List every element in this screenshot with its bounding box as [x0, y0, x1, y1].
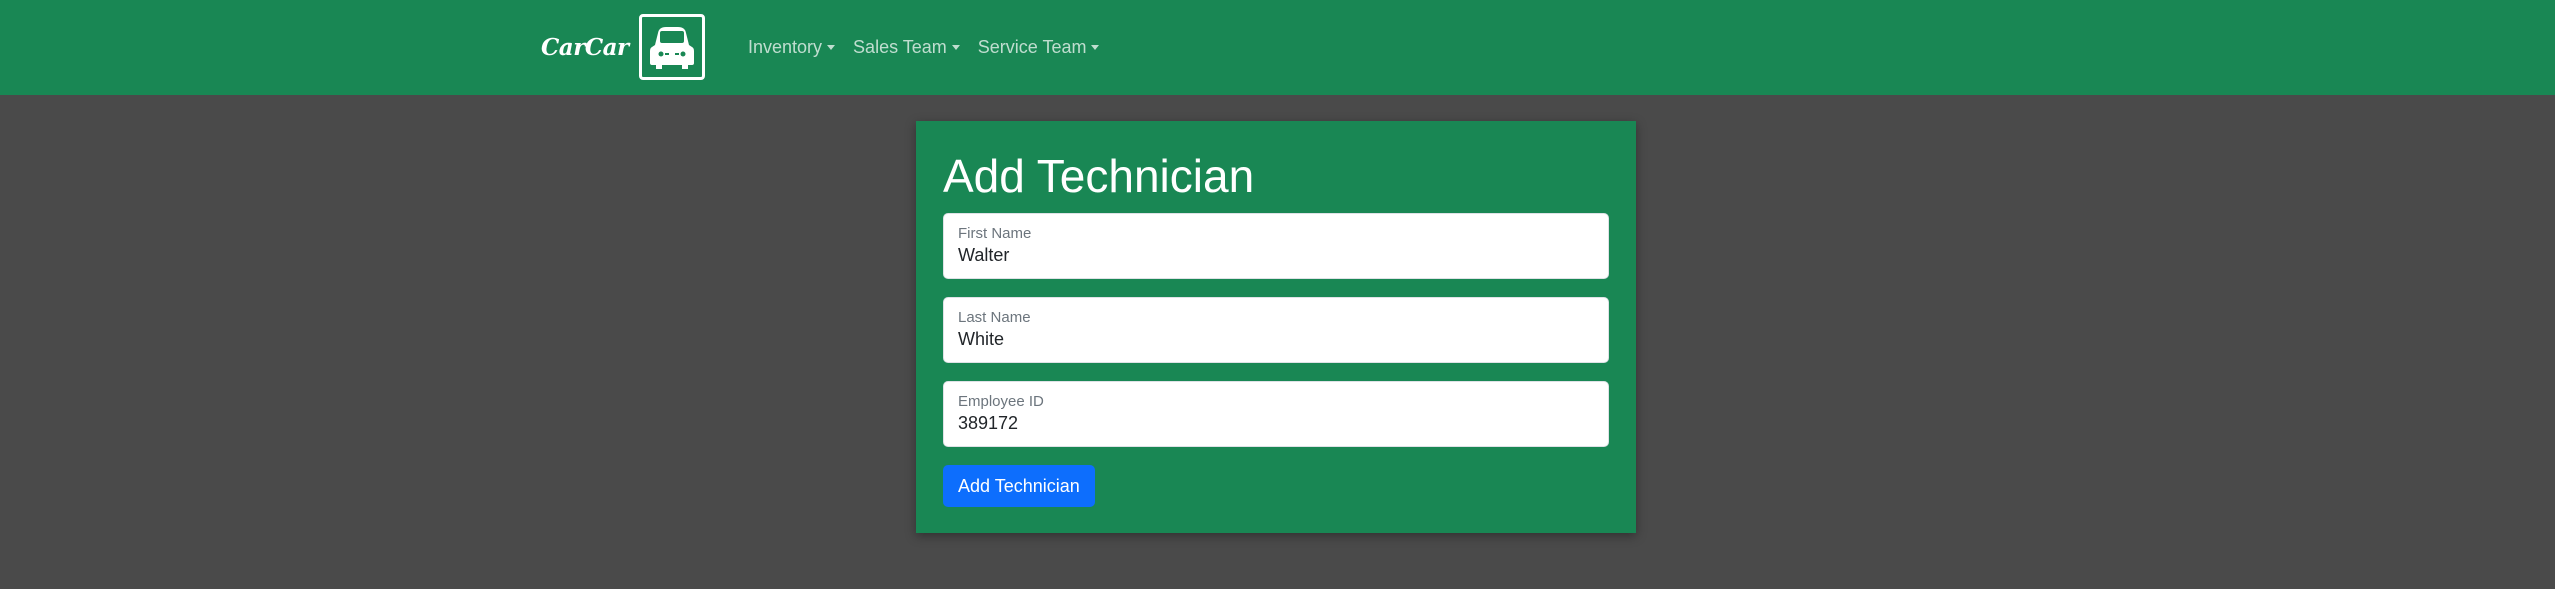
nav-sales-team-label: Sales Team	[853, 37, 947, 57]
nav-inventory-dropdown[interactable]: Inventory	[748, 37, 836, 58]
last-name-label: Last Name	[958, 309, 1031, 326]
employee-id-input[interactable]	[958, 413, 1594, 434]
caret-down-icon	[827, 45, 836, 50]
nav-service-team-dropdown[interactable]: Service Team	[978, 37, 1100, 58]
nav-service-team-label: Service Team	[977, 37, 1087, 57]
add-technician-button[interactable]: Add Technician	[943, 465, 1095, 507]
brand-name: CarCar	[541, 33, 629, 61]
first-name-input[interactable]	[958, 245, 1594, 266]
add-technician-form: First Name Last Name Employee ID Add Tec…	[943, 213, 1609, 507]
add-technician-card: Add Technician First Name Last Name Empl…	[916, 121, 1636, 533]
last-name-input[interactable]	[958, 329, 1594, 350]
form-title: Add Technician	[943, 150, 1255, 202]
brand-link[interactable]: CarCar	[541, 12, 705, 82]
last-name-field[interactable]: Last Name	[943, 297, 1609, 363]
caret-down-icon	[951, 45, 960, 50]
nav-menu: Inventory Sales Team Service Team	[748, 0, 1117, 95]
nav-inventory-label: Inventory	[748, 37, 823, 57]
caret-down-icon	[1091, 45, 1100, 50]
car-front-icon	[638, 14, 705, 80]
first-name-field[interactable]: First Name	[943, 213, 1609, 279]
navbar: CarCar Inventory Sales Team Service Team	[0, 0, 2555, 95]
nav-sales-team-dropdown[interactable]: Sales Team	[853, 37, 960, 58]
employee-id-field[interactable]: Employee ID	[943, 381, 1609, 447]
employee-id-label: Employee ID	[958, 393, 1044, 410]
first-name-label: First Name	[958, 225, 1032, 242]
